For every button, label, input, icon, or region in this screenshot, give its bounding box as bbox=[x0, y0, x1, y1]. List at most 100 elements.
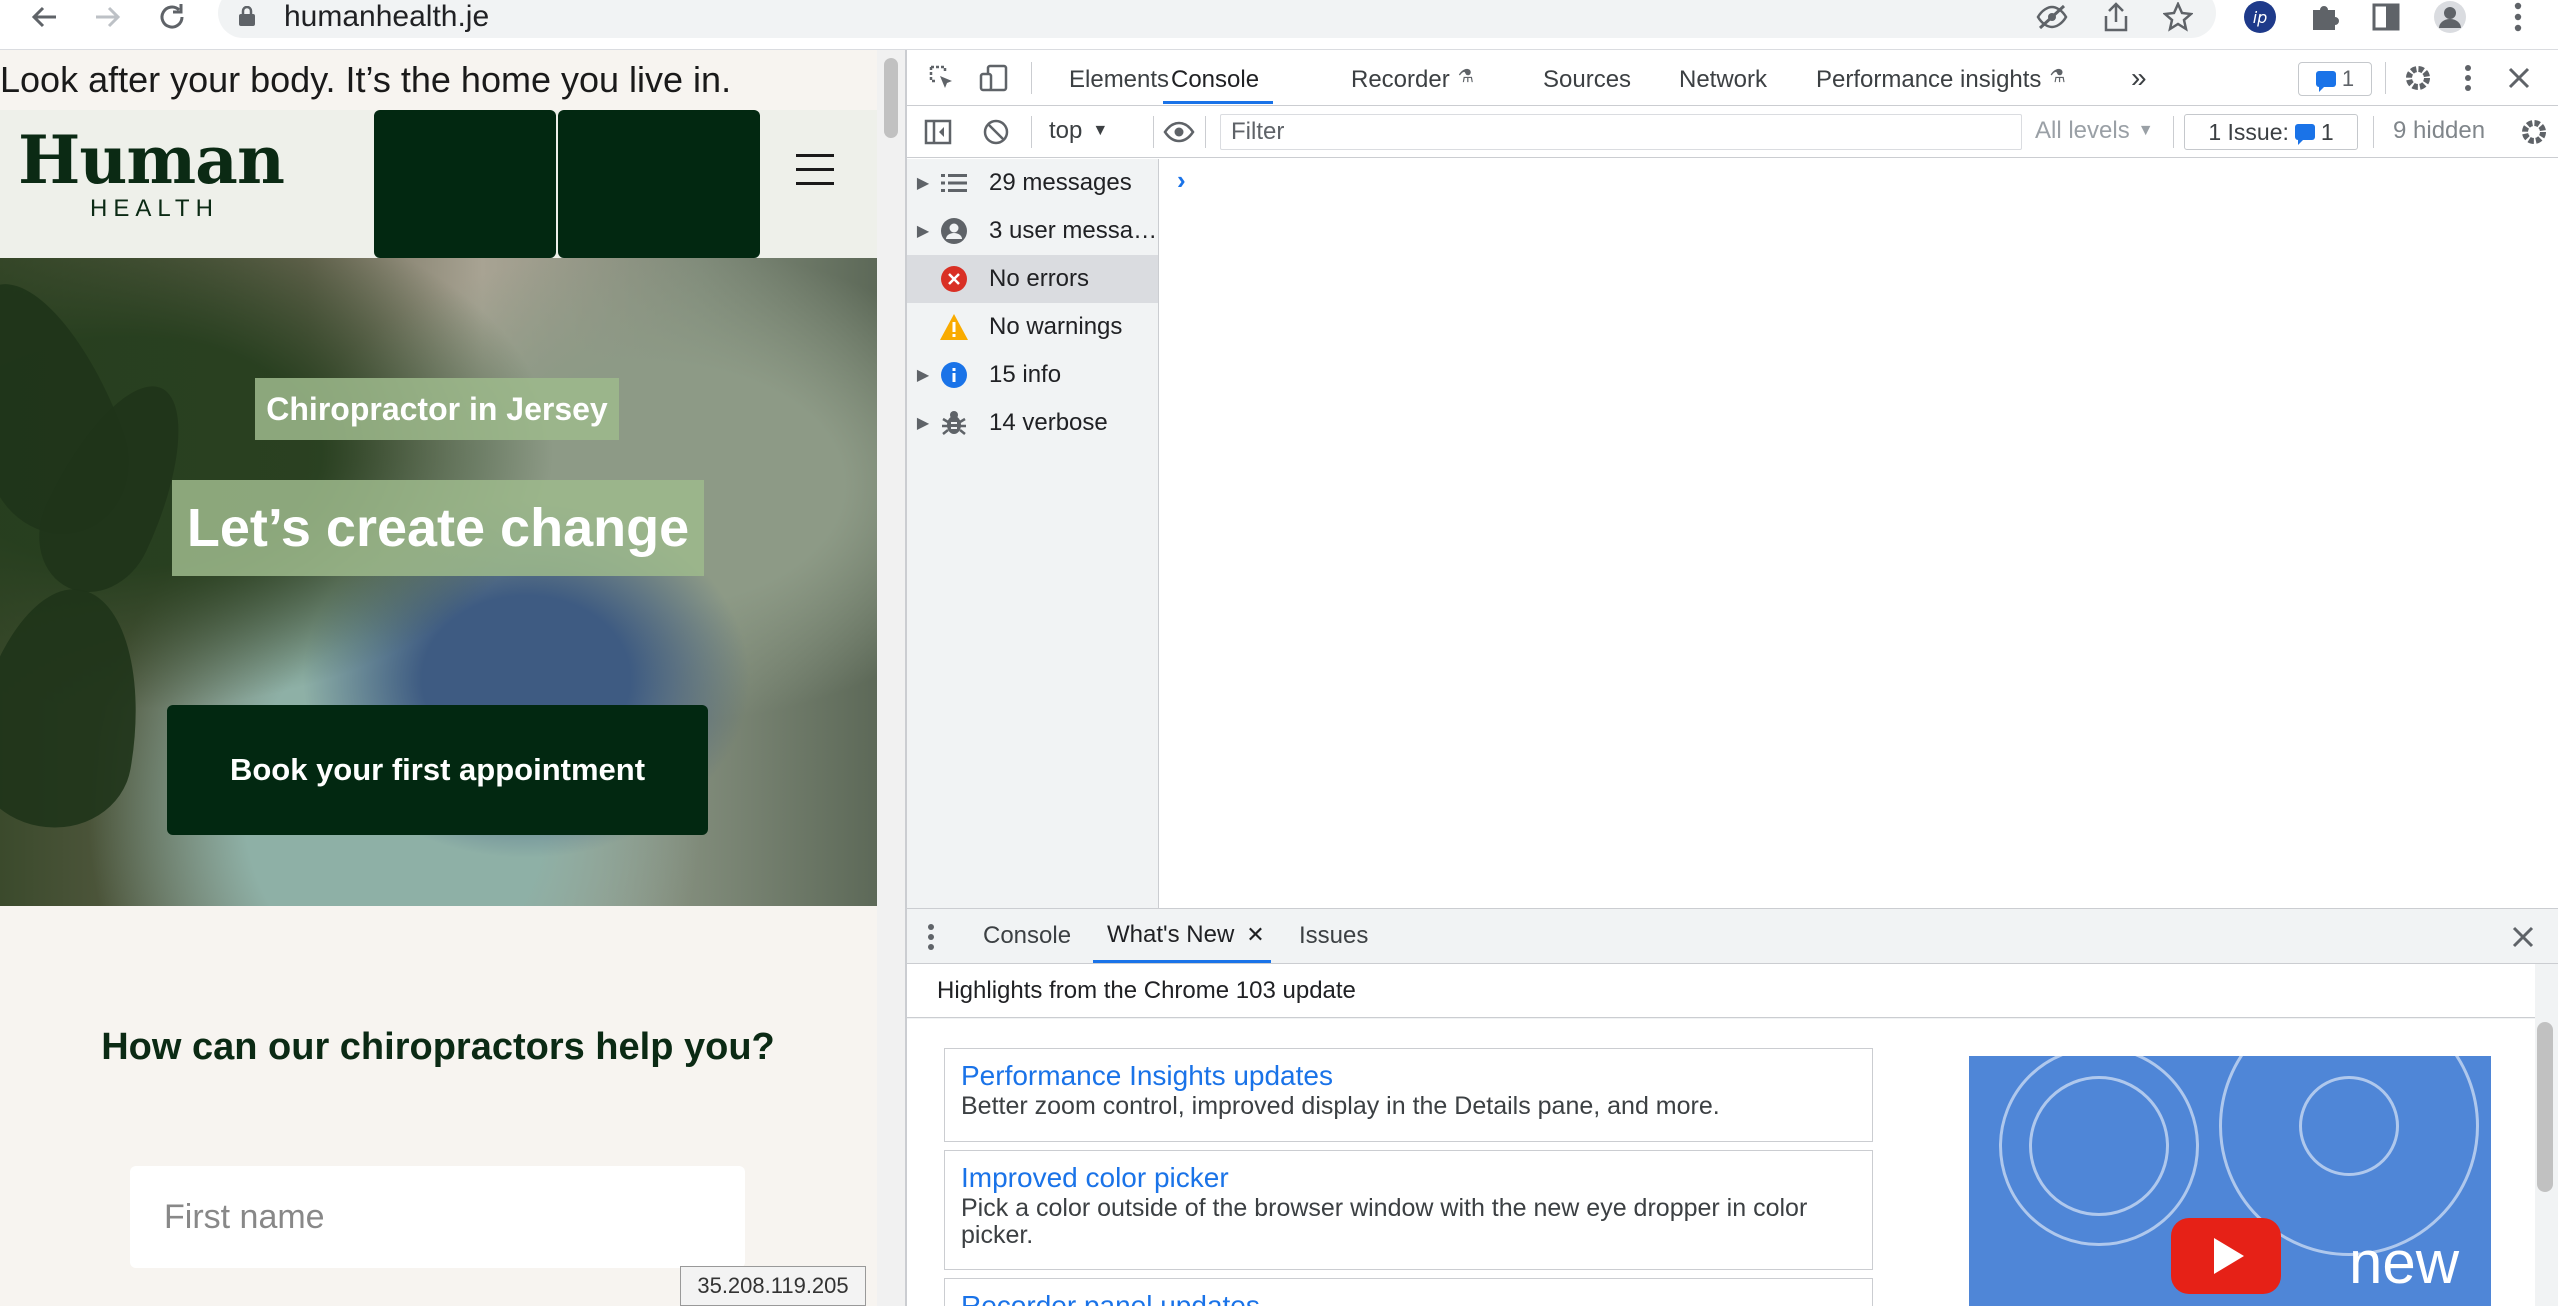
console-toolbar: top ▼ All levels ▼ 1 Issue: 1 9 hidden bbox=[907, 106, 2558, 158]
first-name-input[interactable] bbox=[130, 1166, 745, 1268]
close-devtools-icon[interactable] bbox=[2503, 62, 2535, 94]
youtube-play-icon[interactable] bbox=[2171, 1218, 2281, 1294]
reload-icon[interactable] bbox=[152, 0, 192, 34]
decorative-ring bbox=[2029, 1076, 2169, 1216]
tab-elements[interactable]: Elements bbox=[1069, 60, 1169, 104]
hidden-messages-count: 9 hidden bbox=[2393, 117, 2486, 144]
sidebar-item-warnings[interactable]: No warnings bbox=[907, 303, 1158, 351]
issue-count: 1 bbox=[2341, 66, 2355, 91]
log-levels-dropdown[interactable]: All levels ▼ bbox=[2035, 116, 2154, 146]
share-icon[interactable] bbox=[2096, 0, 2136, 34]
user-icon bbox=[939, 216, 969, 246]
sidebar-item-user-messages[interactable]: ▶ 3 user messages bbox=[907, 207, 1158, 255]
card-title-link[interactable]: Recorder panel updates bbox=[961, 1289, 1856, 1306]
puzzle-icon[interactable] bbox=[2304, 0, 2344, 34]
sidebar-item-label: 14 verbose bbox=[989, 409, 1108, 436]
website-viewport: Look after your body. It’s the home you … bbox=[0, 50, 877, 1306]
drawer-tab-console[interactable]: Console bbox=[983, 909, 1071, 963]
sidebar-item-verbose[interactable]: ▶ 14 verbose bbox=[907, 399, 1158, 447]
side-panel-icon[interactable] bbox=[2366, 0, 2406, 34]
site-scrollbar-thumb[interactable] bbox=[884, 58, 898, 138]
drawer-tab-whats-new-label: What's New bbox=[1107, 920, 1235, 948]
svg-text:ip: ip bbox=[2253, 8, 2268, 27]
tab-network[interactable]: Network bbox=[1679, 60, 1767, 104]
drawer-tabbar: Console What's New ✕ Issues bbox=[907, 908, 2558, 964]
header-button-1[interactable] bbox=[374, 110, 556, 258]
show-sidebar-icon[interactable] bbox=[921, 116, 955, 148]
whats-new-card[interactable]: Recorder panel updates bbox=[944, 1278, 1873, 1306]
profile-icon[interactable] bbox=[2430, 0, 2470, 34]
whats-new-header: Highlights from the Chrome 103 update bbox=[907, 964, 2535, 1018]
sidebar-item-label: 3 user messages bbox=[989, 217, 1158, 244]
address-bar[interactable]: humanhealth.je bbox=[218, 0, 2216, 38]
devtools-kebab-icon[interactable] bbox=[2457, 62, 2479, 94]
settings-gear-icon[interactable] bbox=[2401, 62, 2435, 94]
back-icon[interactable] bbox=[24, 0, 64, 34]
sidebar-item-errors[interactable]: No errors bbox=[907, 255, 1158, 303]
human-health-logo[interactable]: Human HEALTH bbox=[18, 124, 285, 244]
card-description: Better zoom control, improved display in… bbox=[961, 1092, 1720, 1120]
card-title-link[interactable]: Performance Insights updates bbox=[961, 1059, 1856, 1093]
expand-triangle-icon[interactable]: ▶ bbox=[907, 413, 939, 433]
drawer-tab-issues[interactable]: Issues bbox=[1299, 909, 1368, 963]
tab-sources[interactable]: Sources bbox=[1543, 60, 1631, 104]
ip-icon[interactable]: ip bbox=[2240, 0, 2280, 34]
book-appointment-button[interactable]: Book your first appointment bbox=[167, 705, 708, 835]
device-toolbar-icon[interactable] bbox=[977, 62, 1011, 94]
site-scrollbar[interactable] bbox=[877, 50, 905, 1306]
tab-console[interactable]: Console bbox=[1163, 60, 1274, 104]
first-name-field[interactable] bbox=[130, 1166, 745, 1268]
card-description: Pick a color outside of the browser wind… bbox=[961, 1194, 1808, 1249]
eye-off-icon[interactable] bbox=[2032, 0, 2072, 34]
browser-toolbar: humanhealth.je ip bbox=[0, 0, 2558, 50]
issues-button[interactable]: 1 Issue: 1 bbox=[2184, 114, 2358, 150]
forward-icon[interactable] bbox=[88, 0, 128, 34]
drawer-scrollbar-thumb[interactable] bbox=[2537, 1022, 2553, 1192]
console-output[interactable]: › bbox=[1159, 159, 2558, 959]
hamburger-menu-icon[interactable] bbox=[796, 154, 838, 188]
console-settings-gear-icon[interactable] bbox=[2517, 116, 2551, 148]
card-title-link[interactable]: Improved color picker bbox=[961, 1161, 1856, 1195]
hero-title: Let’s create change bbox=[172, 480, 704, 576]
drawer-menu-kebab-icon[interactable] bbox=[923, 921, 939, 953]
tab-recorder[interactable]: Recorder ⚗ bbox=[1351, 60, 1474, 104]
drawer-tab-whats-new[interactable]: What's New ✕ bbox=[1093, 909, 1271, 963]
whats-new-video-thumbnail[interactable]: new bbox=[1969, 1056, 2491, 1306]
clear-console-icon[interactable] bbox=[979, 116, 1013, 148]
form-heading: How can our chiropractors help you? bbox=[101, 1026, 775, 1068]
header-button-2[interactable] bbox=[558, 110, 760, 258]
filter-input[interactable] bbox=[1221, 115, 2021, 149]
console-filter[interactable] bbox=[1220, 114, 2022, 150]
sidebar-item-info[interactable]: ▶ 15 info bbox=[907, 351, 1158, 399]
devtools-tabbar: Elements Console Recorder ⚗ Sources Netwo… bbox=[907, 50, 2558, 106]
divider bbox=[1205, 116, 1206, 148]
expand-triangle-icon[interactable]: ▶ bbox=[907, 173, 939, 193]
close-tab-icon[interactable]: ✕ bbox=[1246, 922, 1264, 948]
close-drawer-icon[interactable] bbox=[2507, 921, 2539, 953]
whats-new-card[interactable]: Performance Insights updates Better zoom… bbox=[944, 1048, 1873, 1142]
context-value: top bbox=[1049, 117, 1083, 144]
hero-eyebrow: Chiropractor in Jersey bbox=[255, 378, 619, 440]
issues-counter-badge[interactable]: 1 bbox=[2298, 62, 2372, 96]
more-tabs-icon[interactable]: » bbox=[2131, 60, 2147, 104]
logo-sub: HEALTH bbox=[90, 195, 219, 222]
divider bbox=[1031, 62, 1032, 94]
tab-performance-insights[interactable]: Performance insights ⚗ bbox=[1816, 60, 2066, 104]
sidebar-item-messages[interactable]: ▶ 29 messages bbox=[907, 159, 1158, 207]
devtools-panel: Elements Console Recorder ⚗ Sources Netwo… bbox=[907, 50, 2558, 1306]
live-expression-eye-icon[interactable] bbox=[1159, 116, 1199, 148]
whats-new-content: Performance Insights updates Better zoom… bbox=[907, 1019, 2535, 1306]
bug-icon bbox=[939, 408, 969, 438]
context-selector[interactable]: top ▼ bbox=[1049, 116, 1108, 146]
expand-triangle-icon[interactable]: ▶ bbox=[907, 365, 939, 385]
tab-performance-insights-label: Performance insights bbox=[1816, 66, 2042, 93]
issue-chat-icon bbox=[2315, 71, 2336, 92]
expand-triangle-icon[interactable]: ▶ bbox=[907, 221, 939, 241]
sidebar-item-label: 15 info bbox=[989, 361, 1062, 388]
whats-new-card[interactable]: Improved color picker Pick a color outsi… bbox=[944, 1150, 1873, 1270]
kebab-icon[interactable] bbox=[2498, 0, 2538, 34]
inspect-element-icon[interactable] bbox=[925, 62, 959, 94]
issues-count: 1 bbox=[2320, 118, 2334, 145]
decorative-ring bbox=[2299, 1076, 2399, 1176]
star-icon[interactable] bbox=[2158, 0, 2198, 34]
